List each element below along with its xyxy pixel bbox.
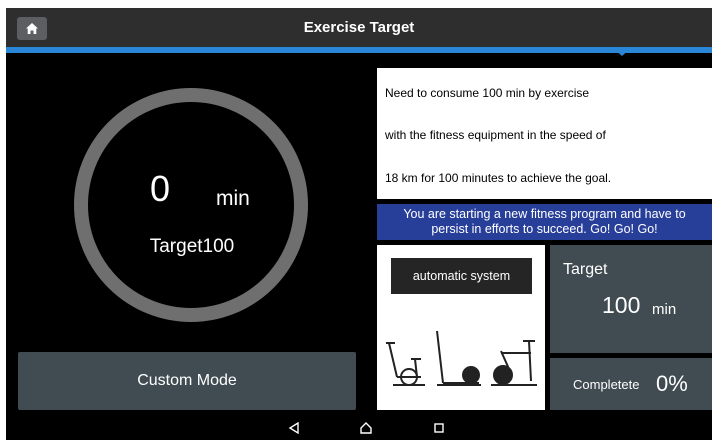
automatic-system-button[interactable]: automatic system [391, 258, 532, 294]
elapsed-minutes-unit: min [216, 187, 250, 210]
equipment-icons [386, 330, 537, 386]
equipment-card: automatic system [377, 245, 545, 410]
elapsed-minutes-value: 0 [150, 168, 171, 209]
nav-recents-button[interactable] [429, 419, 449, 437]
system-nav-bar [6, 416, 712, 440]
motivation-text-line: persist in efforts to succeed. Go! Go! G… [431, 222, 658, 236]
target-panel: Target 100 min [550, 245, 712, 353]
motivation-banner: You are starting a new fitness program a… [377, 204, 712, 240]
nav-back-button[interactable] [284, 419, 304, 437]
ring-target-label: Target100 [149, 236, 235, 257]
spin-bike-icon [491, 340, 537, 386]
info-line: with the fitness equipment in the speed … [385, 128, 606, 142]
custom-mode-button[interactable]: Custom Mode [18, 352, 356, 410]
nav-home-button[interactable] [356, 419, 376, 437]
target-label: Target [563, 261, 608, 278]
motivation-text-line: You are starting a new fitness program a… [403, 207, 686, 221]
target-info-box: Need to consume 100 min by exercise with… [377, 68, 712, 199]
back-icon [288, 422, 299, 434]
device-screen: Exercise Target 0 min Target100 Custom M… [6, 8, 712, 440]
exercise-bike-icon [386, 342, 425, 386]
completion-value: 0% [656, 371, 688, 396]
target-unit: min [652, 301, 677, 318]
recents-icon [434, 423, 444, 433]
header-bar: Exercise Target [6, 8, 712, 48]
completion-label: Completete [573, 377, 640, 392]
info-line: Need to consume 100 min by exercise [385, 86, 590, 100]
elliptical-icon [436, 330, 481, 386]
completion-panel: Completete 0% [550, 358, 712, 410]
target-value: 100 [602, 292, 641, 318]
progress-ring [74, 88, 308, 322]
info-line: 18 km for 100 minutes to achieve the goa… [385, 171, 612, 185]
page-title: Exercise Target [303, 19, 415, 36]
header-accent-notch [612, 47, 632, 56]
header-accent-bar [6, 47, 712, 53]
home-icon [360, 422, 372, 434]
